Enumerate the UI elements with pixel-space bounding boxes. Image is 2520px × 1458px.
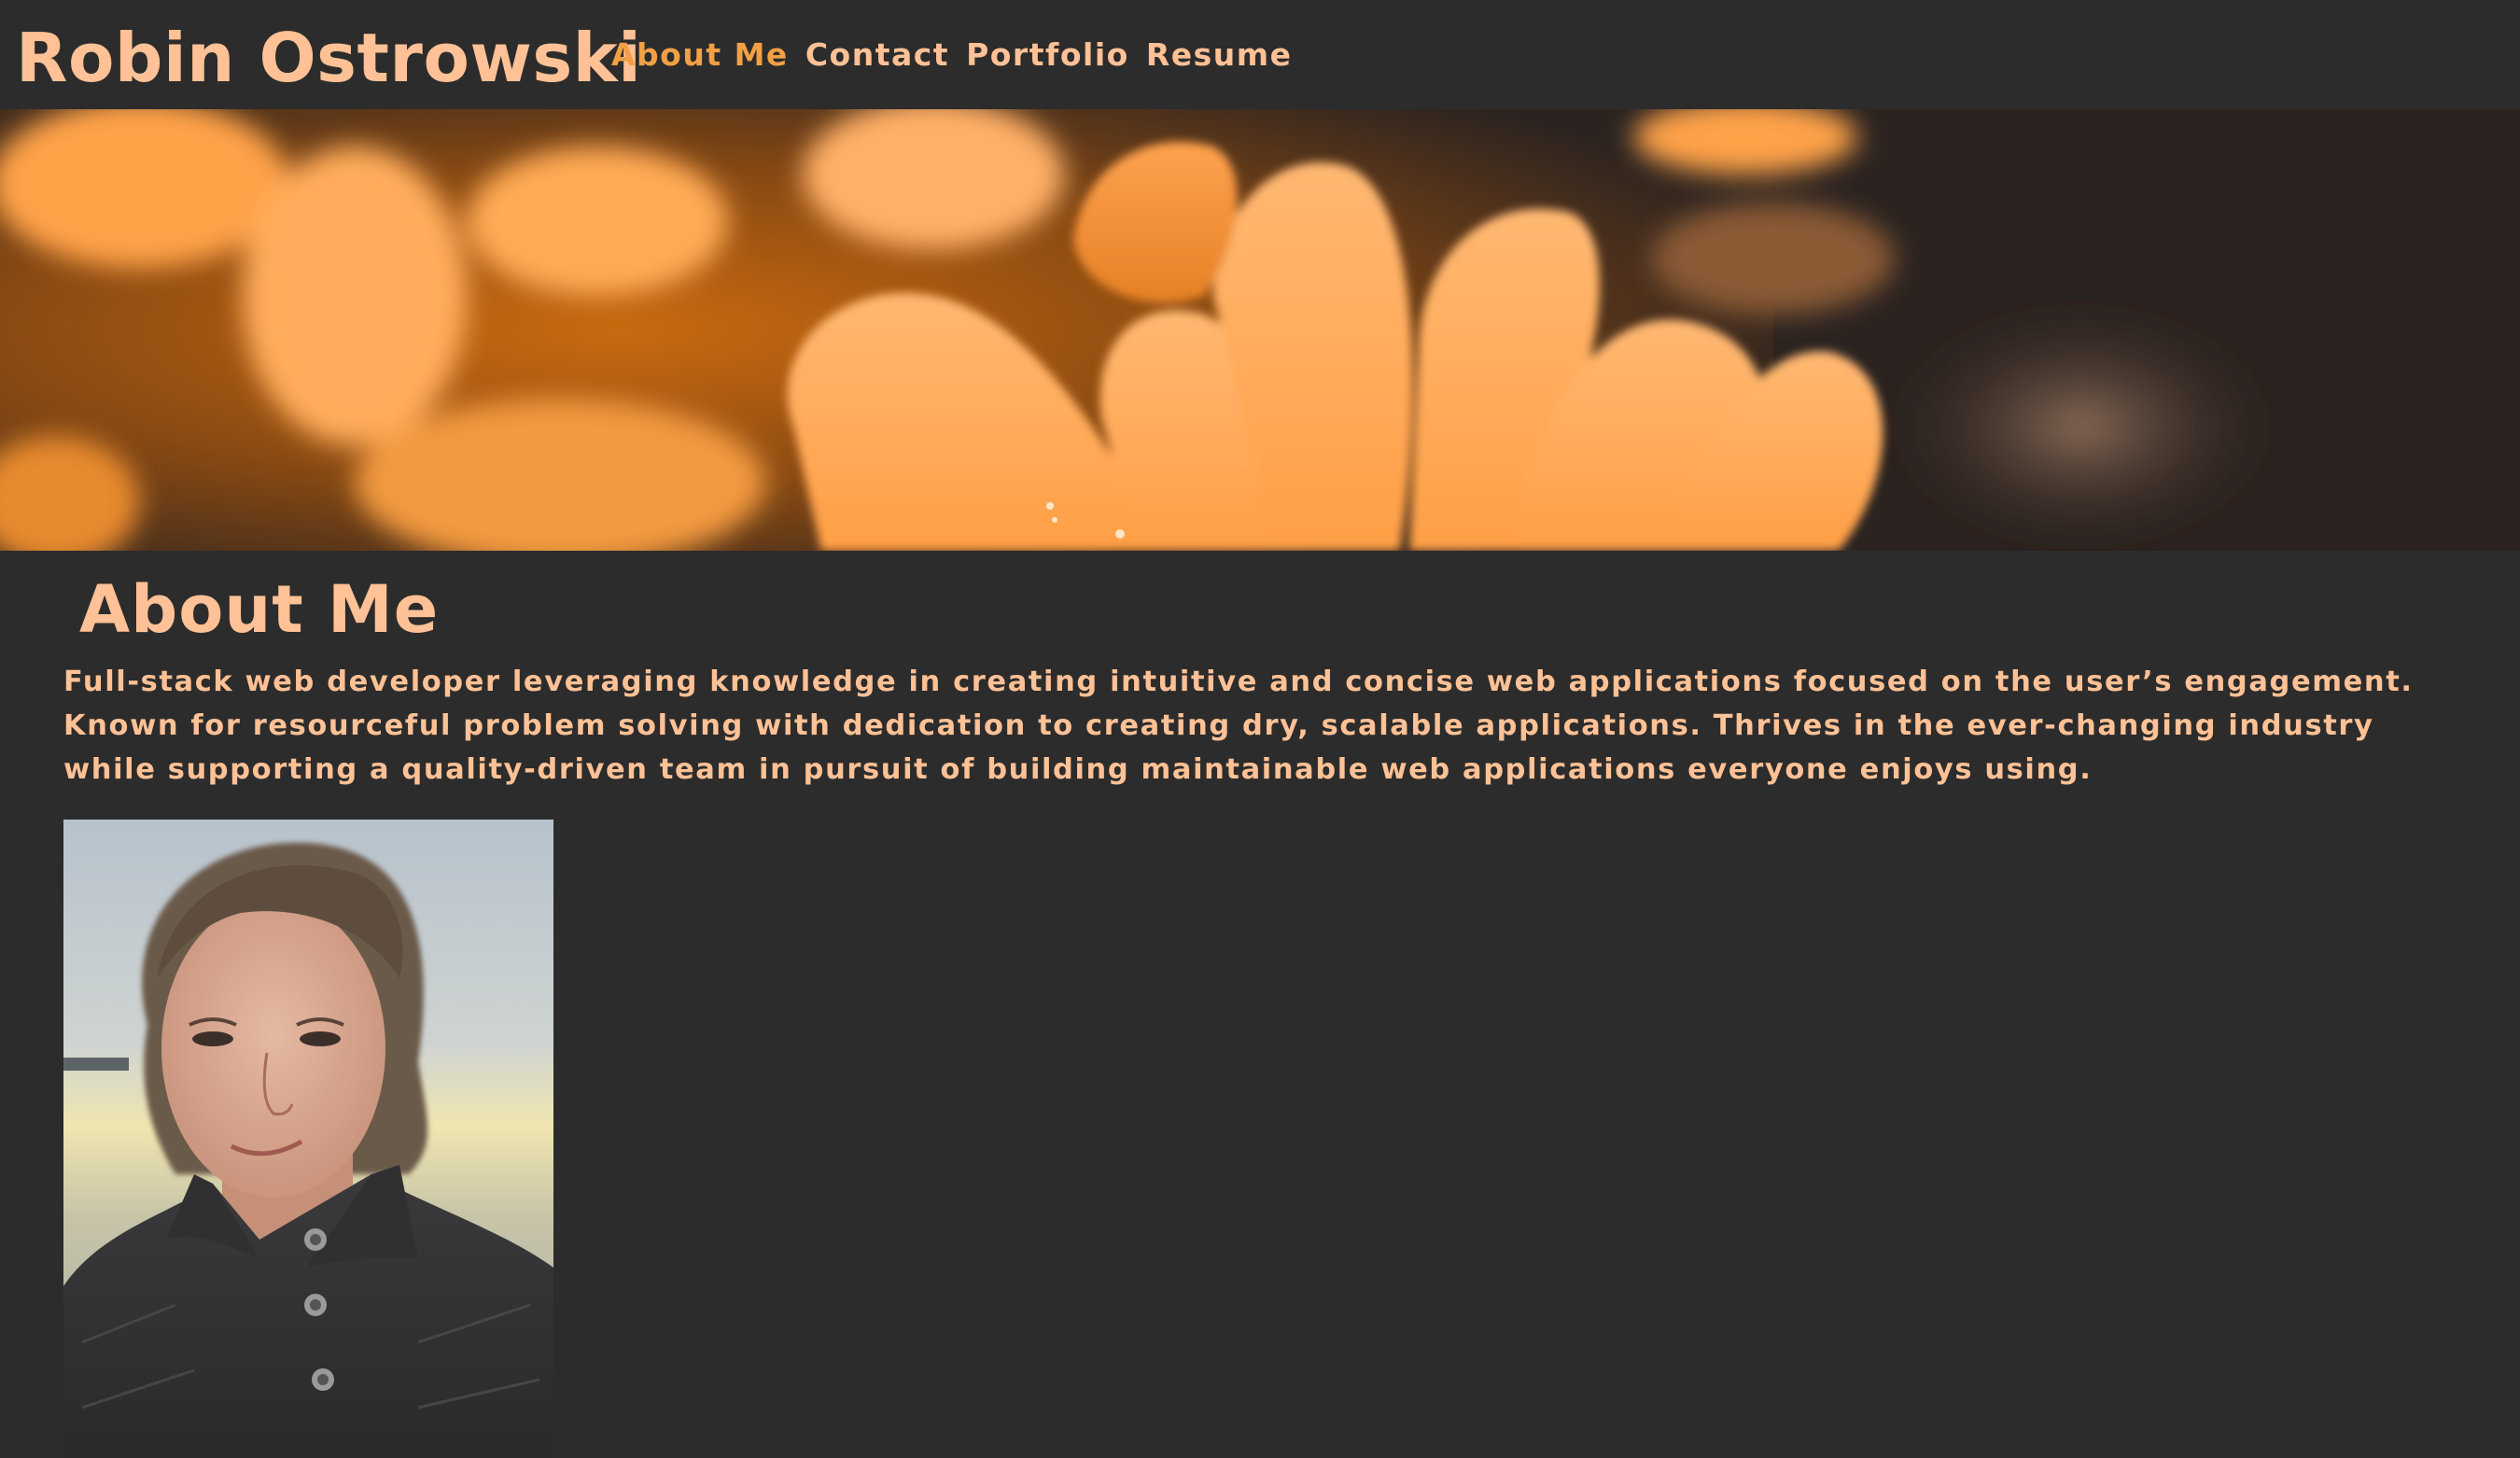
profile-photo xyxy=(63,820,553,1458)
nav-link-resume[interactable]: Resume xyxy=(1146,36,1293,73)
about-heading: About Me xyxy=(79,571,440,648)
nav-link-portfolio[interactable]: Portfolio xyxy=(966,36,1129,73)
site-header: Robin Ostrowski About Me Contact Portfol… xyxy=(0,0,2520,109)
nav-link-contact[interactable]: Contact xyxy=(805,36,949,73)
nav-link-about-me[interactable]: About Me xyxy=(611,36,789,73)
hero-banner-image xyxy=(0,109,2520,551)
about-description: Full-stack web developer leveraging know… xyxy=(63,666,2414,786)
site-name[interactable]: Robin Ostrowski xyxy=(16,17,641,99)
main-nav: About Me Contact Portfolio Resume xyxy=(611,28,1293,80)
